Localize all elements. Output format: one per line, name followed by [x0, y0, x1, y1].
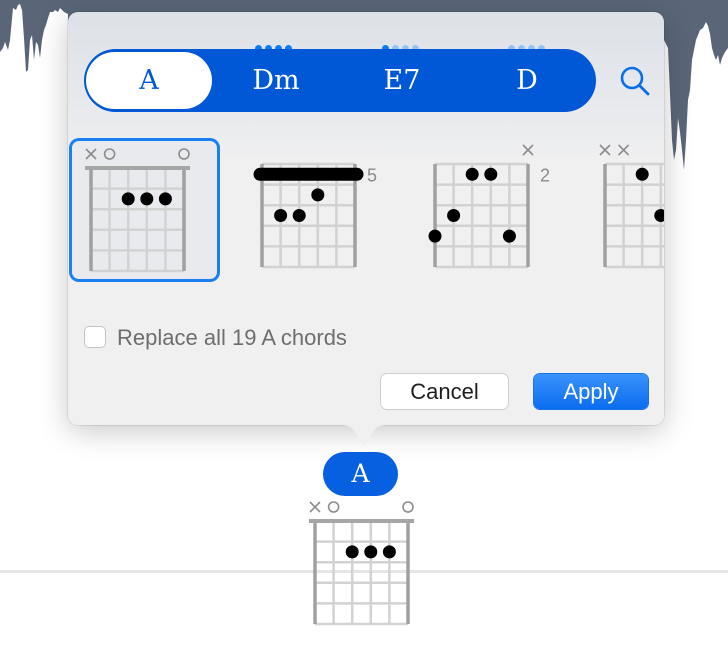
finger-dot	[158, 192, 172, 206]
chord-tab-d[interactable]: D	[464, 49, 590, 112]
chord-tab-dm[interactable]: Dm	[212, 49, 340, 112]
finger-dot	[654, 209, 664, 222]
chord-voicing-list: 5 2	[69, 138, 664, 284]
finger-dot	[121, 192, 135, 206]
finger-dot	[635, 167, 649, 181]
finger-dot	[502, 229, 516, 243]
voicing-card-1[interactable]	[69, 138, 220, 282]
muted-string-marker	[618, 144, 630, 156]
chord-segmented-control: A Dm E7 D	[84, 49, 596, 112]
replace-all-label[interactable]: Replace all 19 A chords	[117, 324, 347, 352]
finger-dot	[274, 209, 288, 222]
finger-dot	[311, 188, 325, 202]
open-string-marker	[178, 148, 190, 160]
finger-dot	[382, 545, 396, 559]
chord-tab-e7[interactable]: E7	[340, 49, 464, 112]
finger-dot	[447, 209, 461, 222]
voicing-card-3[interactable]: 2	[419, 138, 570, 282]
muted-string-marker	[309, 501, 321, 513]
finger-dot	[292, 209, 306, 222]
finger-dot	[428, 229, 442, 243]
chord-tab-a[interactable]: A	[86, 52, 212, 109]
track-chord-diagram[interactable]	[300, 496, 430, 628]
base-fret-label: 5	[367, 165, 377, 185]
finger-dot	[364, 545, 378, 559]
search-icon[interactable]	[618, 64, 652, 98]
voicing-card-2[interactable]: 5	[244, 138, 395, 282]
muted-string-marker	[522, 144, 534, 156]
cancel-button[interactable]: Cancel	[381, 374, 508, 409]
apply-button[interactable]: Apply	[534, 374, 648, 409]
voicing-card-4[interactable]	[589, 138, 664, 282]
finger-dot	[345, 545, 359, 559]
popover-arrow	[338, 424, 390, 446]
open-string-marker	[103, 148, 116, 160]
muted-string-marker	[599, 144, 611, 156]
finger-dot	[465, 167, 479, 181]
muted-string-marker	[85, 148, 97, 160]
finger-dot	[140, 192, 154, 206]
open-string-marker	[402, 501, 414, 513]
track-chord-label[interactable]: A	[323, 452, 398, 496]
open-string-marker	[327, 501, 340, 513]
replace-all-checkbox[interactable]	[84, 326, 106, 348]
base-fret-label: 2	[540, 165, 550, 185]
finger-dot	[484, 167, 498, 181]
